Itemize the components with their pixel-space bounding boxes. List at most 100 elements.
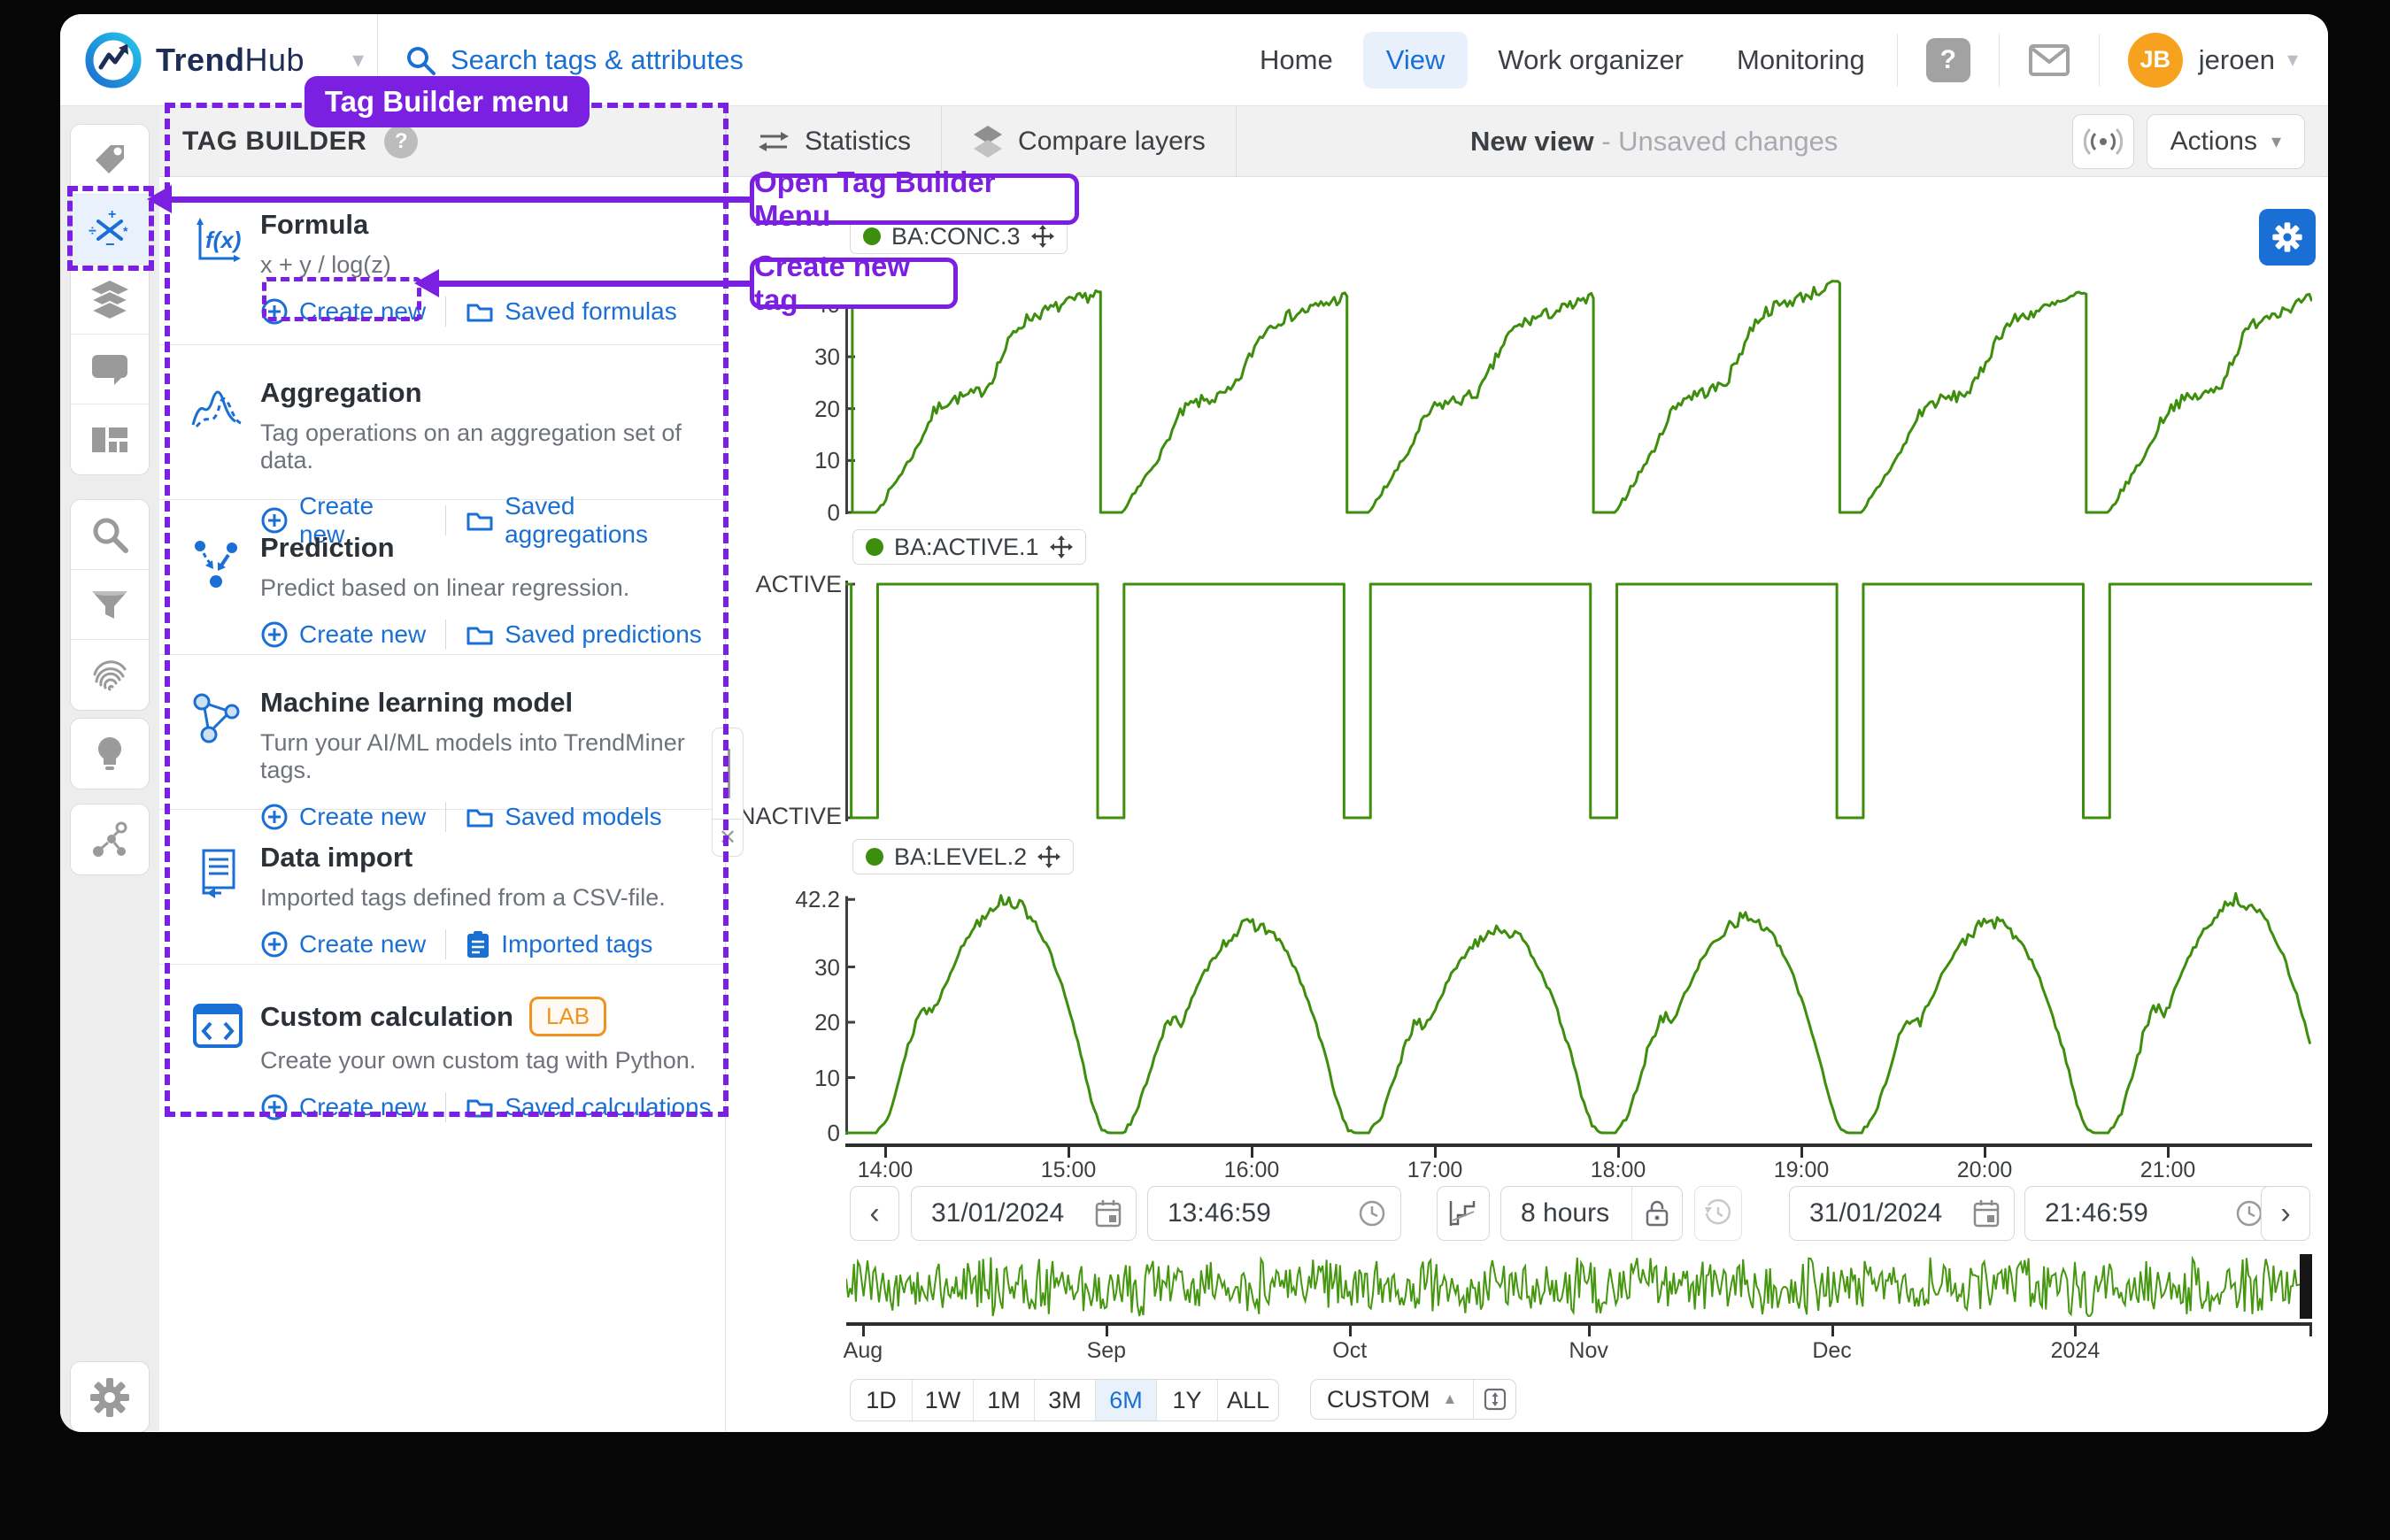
user-name[interactable]: jeroen bbox=[2199, 44, 2275, 76]
saved-calculations-link[interactable]: Saved calculations bbox=[466, 1093, 711, 1121]
global-search[interactable] bbox=[378, 44, 1237, 76]
tag-chip-ba-active-1[interactable]: BA:ACTIVE.1 bbox=[852, 529, 1086, 565]
time-axis bbox=[845, 1143, 2312, 1147]
mail-button[interactable] bbox=[2028, 43, 2070, 77]
section-aggregation: Aggregation Tag operations on an aggrega… bbox=[159, 345, 725, 500]
start-time-field[interactable]: 13:46:59 bbox=[1147, 1186, 1401, 1241]
live-mode-button[interactable] bbox=[2072, 114, 2134, 169]
saved-models-link[interactable]: Saved models bbox=[466, 803, 661, 831]
pan-left-button[interactable]: ‹ bbox=[850, 1186, 899, 1241]
nav-work-organizer[interactable]: Work organizer bbox=[1475, 32, 1707, 89]
layers-icon bbox=[89, 279, 130, 320]
create-new-model-link[interactable]: Create new bbox=[260, 803, 426, 831]
chart-settings-button[interactable] bbox=[2259, 209, 2316, 266]
nav-view[interactable]: View bbox=[1363, 32, 1469, 89]
end-time-field[interactable]: 21:46:59 bbox=[2024, 1186, 2278, 1241]
sidebar-item-search[interactable] bbox=[71, 500, 149, 570]
plus-circle-icon bbox=[260, 506, 289, 535]
section-description: Tag operations on an aggregation set of … bbox=[260, 420, 725, 474]
envelope-icon bbox=[2028, 43, 2070, 77]
sidebar-item-tags[interactable] bbox=[71, 125, 149, 195]
main-nav: Home View Work organizer Monitoring bbox=[1237, 32, 1888, 89]
tag-builder-title: TAG BUILDER bbox=[182, 127, 366, 157]
range-1w[interactable]: 1W bbox=[912, 1380, 973, 1421]
sidebar-item-layers[interactable] bbox=[71, 265, 149, 335]
level-active: ACTIVE bbox=[726, 571, 842, 598]
nav-home[interactable]: Home bbox=[1237, 32, 1356, 89]
sidebar-item-filter[interactable] bbox=[71, 570, 149, 640]
view-name: New view bbox=[1470, 126, 1594, 157]
context-axis bbox=[846, 1322, 2312, 1326]
actions-button[interactable]: Actions ▾ bbox=[2147, 114, 2305, 169]
saved-formulas-link[interactable]: Saved formulas bbox=[466, 297, 677, 326]
pan-right-button[interactable]: › bbox=[2261, 1186, 2310, 1241]
y-tick-20: 20 bbox=[790, 396, 840, 423]
lock-icon bbox=[1645, 1199, 1669, 1228]
x-tick-19:00 bbox=[1800, 1147, 1803, 1158]
view-title: New view - Unsaved changes bbox=[1237, 126, 2072, 158]
brand-caret-icon[interactable]: ▾ bbox=[352, 46, 364, 73]
tag-builder-help-icon[interactable]: ? bbox=[384, 125, 418, 158]
history-button[interactable] bbox=[1694, 1186, 1742, 1241]
start-date-field[interactable]: 31/01/2024 bbox=[911, 1186, 1137, 1241]
range-all[interactable]: ALL bbox=[1217, 1380, 1278, 1421]
range-1y[interactable]: 1Y bbox=[1156, 1380, 1217, 1421]
swap-arrows-icon bbox=[757, 128, 790, 155]
section-title: Machine learning model bbox=[260, 687, 573, 719]
plus-circle-icon bbox=[260, 803, 289, 831]
start-time-value: 13:46:59 bbox=[1148, 1198, 1344, 1228]
y-tick3-0: 0 bbox=[782, 1120, 840, 1147]
chart-type-button[interactable] bbox=[1437, 1186, 1490, 1241]
end-time-value: 21:46:59 bbox=[2025, 1198, 2221, 1228]
move-icon[interactable] bbox=[1050, 535, 1073, 558]
x-tick-15:00 bbox=[1068, 1147, 1070, 1158]
duration-field[interactable]: 8 hours bbox=[1500, 1186, 1683, 1241]
divider bbox=[1897, 34, 1898, 87]
expand-range-button[interactable] bbox=[1473, 1380, 1515, 1419]
create-new-prediction-link[interactable]: Create new bbox=[260, 620, 426, 649]
range-1m[interactable]: 1M bbox=[973, 1380, 1034, 1421]
avatar[interactable]: JB bbox=[2128, 33, 2183, 88]
range-1d[interactable]: 1D bbox=[851, 1380, 912, 1421]
month-tick-Dec bbox=[1831, 1326, 1834, 1336]
divider bbox=[1999, 34, 2000, 87]
dashboard-icon bbox=[89, 420, 130, 460]
annotation-arrow-line bbox=[166, 196, 750, 203]
tag-chip-ba-level-2[interactable]: BA:LEVEL.2 bbox=[852, 839, 1074, 874]
panel-resize-handle[interactable] bbox=[712, 728, 744, 820]
month-tick-end bbox=[2309, 1326, 2312, 1336]
month-label-Nov: Nov bbox=[1549, 1338, 1629, 1364]
comment-icon bbox=[89, 349, 130, 389]
move-icon[interactable] bbox=[1037, 845, 1060, 868]
help-icon[interactable]: ? bbox=[1926, 38, 1970, 82]
search-input[interactable] bbox=[451, 44, 946, 76]
end-date-field[interactable]: 31/01/2024 bbox=[1789, 1186, 2015, 1241]
annotation-create-new-tag: Create new tag bbox=[750, 258, 958, 309]
x-tick-17:00 bbox=[1434, 1147, 1437, 1158]
sidebar-item-settings[interactable] bbox=[71, 1362, 149, 1432]
panel-collapse-button[interactable]: ✕ bbox=[712, 820, 744, 857]
sidebar-item-recommendations[interactable] bbox=[71, 719, 149, 789]
x-tick-14:00 bbox=[884, 1147, 887, 1158]
user-menu-caret-icon[interactable]: ▾ bbox=[2287, 47, 2298, 73]
sidebar-item-dashboard[interactable] bbox=[71, 404, 149, 474]
imported-tags-link[interactable]: Imported tags bbox=[466, 930, 652, 959]
clock-icon bbox=[1358, 1199, 1386, 1228]
overview-selection[interactable] bbox=[2300, 1254, 2312, 1319]
svg-text:−: − bbox=[105, 235, 115, 251]
create-new-calculation-link[interactable]: Create new bbox=[260, 1093, 426, 1121]
saved-predictions-link[interactable]: Saved predictions bbox=[466, 620, 702, 649]
sidebar-item-comments[interactable] bbox=[71, 335, 149, 404]
sidebar-item-context[interactable] bbox=[71, 805, 149, 874]
range-6m[interactable]: 6M bbox=[1095, 1380, 1156, 1421]
nav-monitoring[interactable]: Monitoring bbox=[1714, 32, 1888, 89]
chart-ba-conc-3 bbox=[845, 278, 2312, 515]
section-description: Imported tags defined from a CSV-file. bbox=[260, 884, 725, 912]
create-new-formula-link[interactable]: Create new bbox=[260, 297, 426, 326]
custom-range-button[interactable]: CUSTOM ▲ bbox=[1311, 1380, 1473, 1419]
create-new-import-link[interactable]: Create new bbox=[260, 930, 426, 959]
sidebar-item-tag-builder[interactable]: + ÷ * − bbox=[71, 195, 149, 265]
range-3m[interactable]: 3M bbox=[1034, 1380, 1095, 1421]
sidebar-item-fingerprint[interactable] bbox=[71, 640, 149, 710]
overview-strip[interactable] bbox=[846, 1254, 2312, 1319]
